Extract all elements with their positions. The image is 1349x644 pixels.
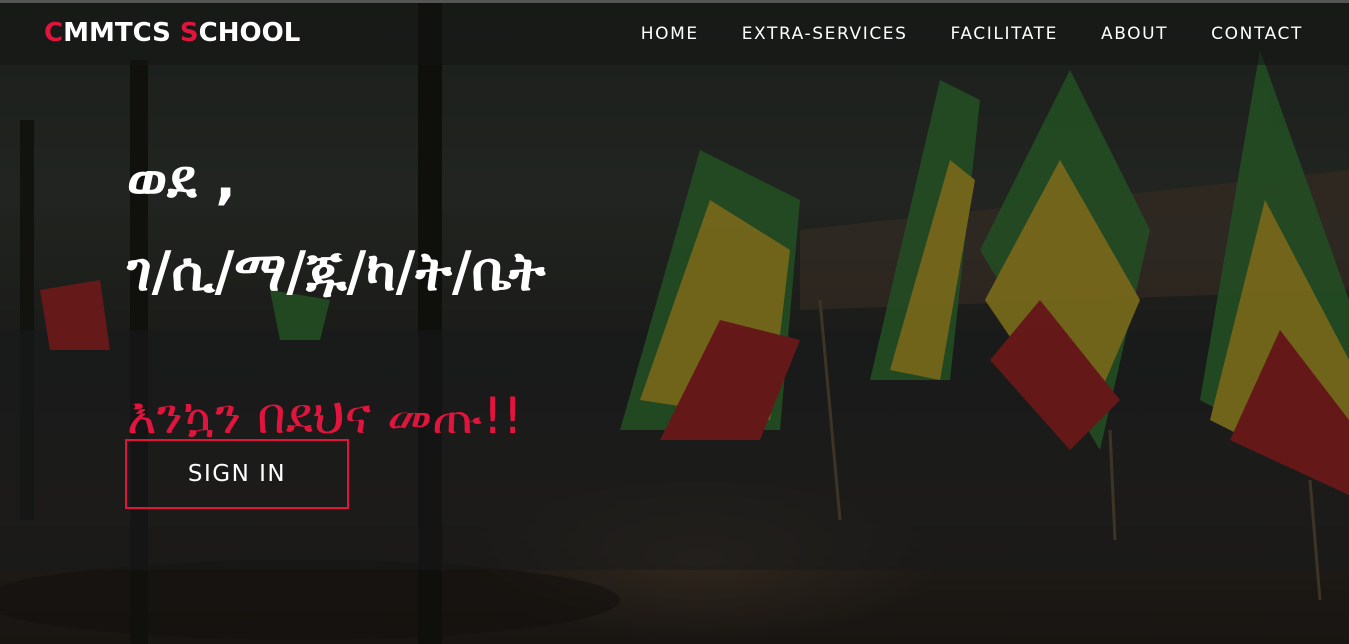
main-nav: HOME EXTRA-SERVICES FACILITATE ABOUT CON… [598, 23, 1303, 45]
nav-extra-services[interactable]: EXTRA-SERVICES [742, 23, 908, 45]
logo-initial-s: S [179, 18, 199, 48]
hero-line-greeting: እንኳን በደህና መጡ!! [127, 387, 523, 445]
nav-contact[interactable]: CONTACT [1211, 23, 1303, 45]
logo-word-school-rest: CHOOL [198, 18, 301, 48]
site-logo[interactable]: CMMTCS SCHOOL [44, 18, 300, 48]
nav-facilitate[interactable]: FACILITATE [951, 23, 1058, 45]
nav-home[interactable]: HOME [641, 23, 699, 45]
logo-word-cmmtcs-rest: MMTCS [63, 18, 180, 48]
hero-line-school-name: ገ/ሲ/ማ/ጁ/ካ/ት/ቤት [127, 240, 546, 303]
nav-about[interactable]: ABOUT [1101, 23, 1168, 45]
hero-line-welcome: ወደ , [127, 148, 236, 211]
logo-initial-c: C [44, 18, 64, 48]
site-header: CMMTCS SCHOOL HOME EXTRA-SERVICES FACILI… [0, 3, 1349, 65]
hero-dark-overlay [0, 0, 1349, 644]
sign-in-button[interactable]: SIGN IN [125, 439, 349, 509]
